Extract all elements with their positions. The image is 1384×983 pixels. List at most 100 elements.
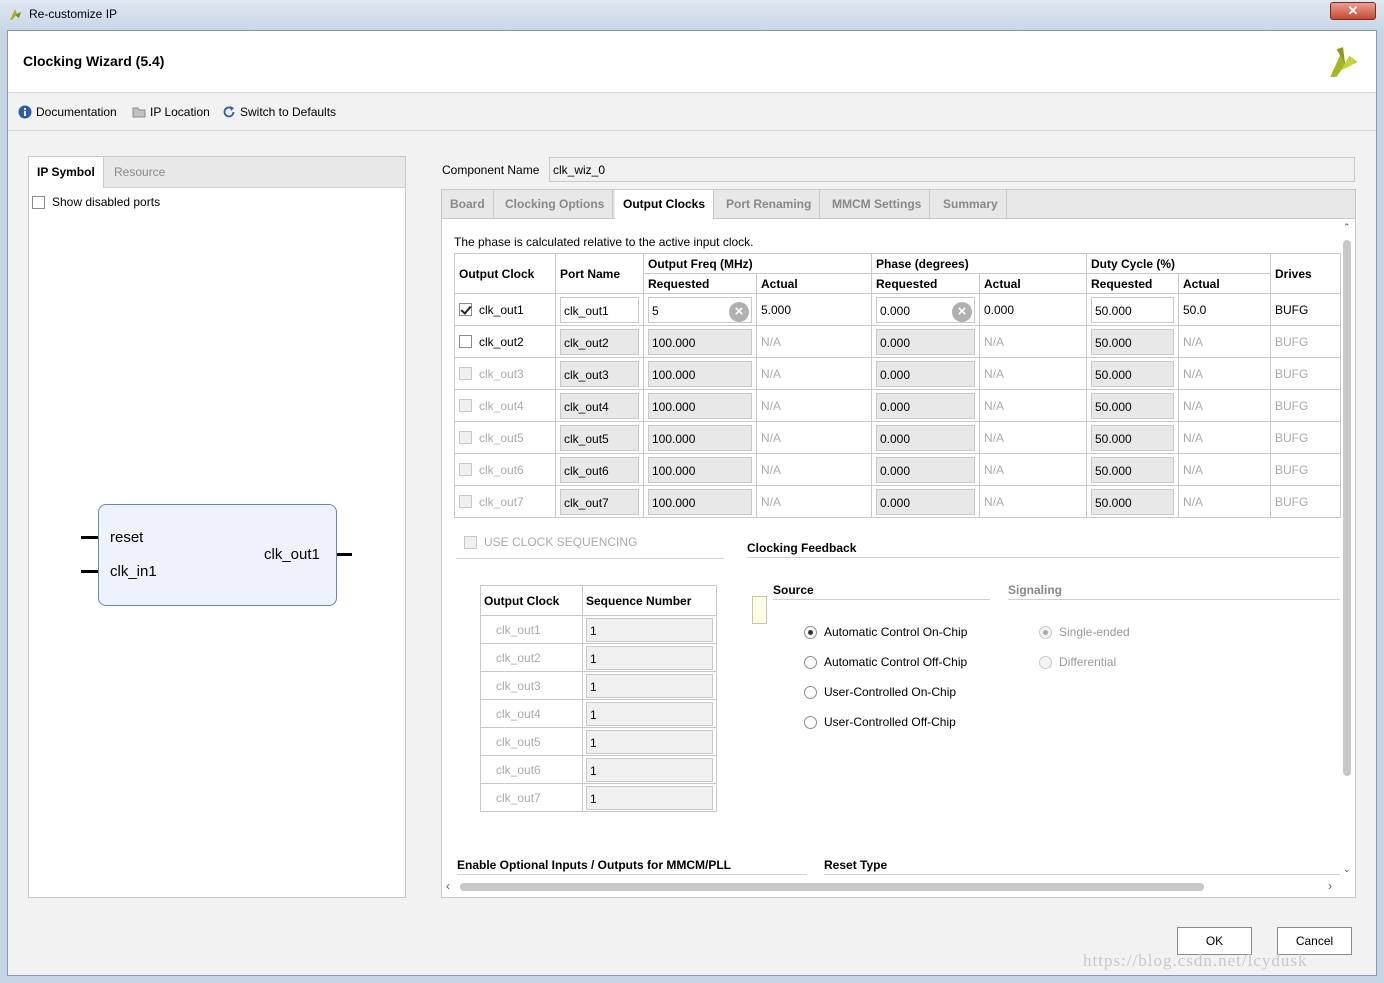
freq-requested-input[interactable]: 100.000 bbox=[648, 424, 752, 451]
documentation-button[interactable]: Documentation bbox=[18, 105, 117, 119]
freq-requested-input[interactable]: 100.000 bbox=[648, 328, 752, 355]
source-user-off-chip-radio[interactable] bbox=[804, 715, 817, 729]
source-user-on-chip-radio[interactable] bbox=[804, 685, 817, 699]
sequence-number-input[interactable]: 1 bbox=[586, 673, 713, 698]
tab-port-renaming[interactable]: Port Renaming bbox=[718, 190, 821, 219]
duty-requested-input[interactable]: 50.000 bbox=[1091, 328, 1174, 355]
tab-ip-symbol[interactable]: IP Symbol bbox=[29, 157, 104, 188]
output-clock-checkbox[interactable] bbox=[459, 303, 472, 316]
output-clock-checkbox[interactable] bbox=[459, 367, 472, 380]
output-clock-checkbox[interactable] bbox=[459, 495, 472, 508]
sequence-number-input[interactable]: 1 bbox=[586, 645, 713, 670]
source-auto-off-chip-radio[interactable] bbox=[804, 655, 817, 669]
port-name-input[interactable]: clk_out5 bbox=[560, 424, 639, 451]
sequence-number-cell: 1 bbox=[582, 615, 717, 644]
phase-requested-input[interactable]: 0.000 bbox=[876, 456, 975, 483]
documentation-label: Documentation bbox=[36, 105, 117, 119]
duty-requested-input[interactable]: 50.000 bbox=[1091, 424, 1174, 451]
freq-requested-input[interactable]: 100.000 bbox=[648, 456, 752, 483]
clear-icon[interactable]: × bbox=[729, 301, 749, 322]
output-clock-checkbox[interactable] bbox=[459, 463, 472, 476]
sequence-number-input[interactable]: 1 bbox=[586, 757, 713, 782]
freq-requested-input[interactable]: 5 × bbox=[648, 296, 752, 323]
signaling-differential[interactable]: Differential bbox=[1039, 655, 1116, 669]
divider bbox=[456, 558, 724, 559]
port-name-input[interactable]: clk_out1 bbox=[560, 296, 639, 323]
phase-requested-input[interactable]: 0.000 bbox=[876, 328, 975, 355]
tab-resource[interactable]: Resource bbox=[106, 157, 173, 188]
port-name-input[interactable]: clk_out3 bbox=[560, 360, 639, 387]
tab-board[interactable]: Board bbox=[442, 190, 494, 219]
clocking-feedback-title: Clocking Feedback bbox=[747, 541, 857, 555]
source-user-off-chip[interactable]: User-Controlled Off-Chip bbox=[804, 715, 956, 729]
show-disabled-ports[interactable]: Show disabled ports bbox=[32, 195, 160, 209]
port-name-input[interactable]: clk_out4 bbox=[560, 392, 639, 419]
signaling-single-ended-radio[interactable] bbox=[1039, 625, 1052, 639]
scroll-up-icon[interactable]: ⌃ bbox=[1343, 222, 1351, 233]
use-clock-sequencing-checkbox[interactable] bbox=[464, 535, 477, 549]
freq-requested-input[interactable]: 100.000 bbox=[648, 392, 752, 419]
output-clock-label: clk_out4 bbox=[479, 398, 524, 413]
sequence-number-input[interactable]: 1 bbox=[586, 617, 713, 642]
tab-summary[interactable]: Summary bbox=[935, 190, 1007, 219]
vertical-scroll-thumb[interactable] bbox=[1343, 240, 1351, 776]
output-clock-cell[interactable]: clk_out4 bbox=[454, 389, 556, 422]
tab-output-clocks[interactable]: Output Clocks bbox=[615, 190, 715, 219]
port-name-input[interactable]: clk_out6 bbox=[560, 456, 639, 483]
switch-defaults-button[interactable]: Switch to Defaults bbox=[222, 105, 336, 119]
table-row: clk_out1 clk_out1 5 × 5.000 0.000 × 0.000 … bbox=[454, 293, 1341, 326]
output-clock-cell[interactable]: clk_out5 bbox=[454, 421, 556, 454]
phase-requested-input[interactable]: 0.000 bbox=[876, 392, 975, 419]
source-user-on-chip[interactable]: User-Controlled On-Chip bbox=[804, 685, 956, 699]
scroll-left-icon[interactable]: ‹ bbox=[446, 879, 450, 893]
phase-requested-input[interactable]: 0.000 × bbox=[876, 296, 975, 323]
output-clock-cell[interactable]: clk_out2 bbox=[454, 325, 556, 358]
signaling-single-ended[interactable]: Single-ended bbox=[1039, 625, 1130, 639]
scroll-down-icon[interactable]: ⌄ bbox=[1343, 864, 1351, 875]
source-auto-on-chip-radio[interactable] bbox=[804, 625, 817, 639]
sequence-number-input[interactable]: 1 bbox=[586, 701, 713, 726]
phase-actual-cell: N/A bbox=[979, 389, 1087, 422]
port-name-input[interactable]: clk_out7 bbox=[560, 488, 639, 515]
output-clock-checkbox[interactable] bbox=[459, 399, 472, 412]
tab-clocking-options[interactable]: Clocking Options bbox=[497, 190, 614, 219]
output-clock-label: clk_out6 bbox=[479, 462, 524, 477]
use-clock-sequencing[interactable]: USE CLOCK SEQUENCING bbox=[464, 535, 637, 549]
show-disabled-ports-checkbox[interactable] bbox=[32, 195, 45, 209]
output-clock-cell[interactable]: clk_out3 bbox=[454, 357, 556, 390]
output-clock-cell[interactable]: clk_out7 bbox=[454, 485, 556, 518]
use-clock-sequencing-label: USE CLOCK SEQUENCING bbox=[484, 535, 638, 549]
output-clock-checkbox[interactable] bbox=[459, 431, 472, 444]
duty-requested-input[interactable]: 50.000 bbox=[1091, 296, 1174, 323]
clear-icon[interactable]: × bbox=[952, 301, 972, 322]
sequence-number-input[interactable]: 1 bbox=[586, 785, 713, 810]
freq-requested-input[interactable]: 100.000 bbox=[648, 360, 752, 387]
scroll-right-icon[interactable]: › bbox=[1328, 879, 1332, 893]
col-duty-cycle: Duty Cycle (%) bbox=[1086, 253, 1271, 274]
duty-requested-input[interactable]: 50.000 bbox=[1091, 488, 1174, 515]
output-clock-cell[interactable]: clk_out6 bbox=[454, 453, 556, 486]
component-name-input[interactable]: clk_wiz_0 bbox=[549, 157, 1355, 182]
duty-requested-input[interactable]: 50.000 bbox=[1091, 456, 1174, 483]
horizontal-scroll-thumb[interactable] bbox=[460, 883, 1204, 891]
sequence-number-input[interactable]: 1 bbox=[586, 729, 713, 754]
phase-requested-input[interactable]: 0.000 bbox=[876, 424, 975, 451]
tab-mmcm-settings[interactable]: MMCM Settings bbox=[824, 190, 931, 219]
source-auto-on-chip[interactable]: Automatic Control On-Chip bbox=[804, 625, 967, 639]
duty-requested-input[interactable]: 50.000 bbox=[1091, 360, 1174, 387]
port-name-input[interactable]: clk_out2 bbox=[560, 328, 639, 355]
drives-cell: BUFG bbox=[1270, 389, 1341, 422]
duty-requested-input[interactable]: 50.000 bbox=[1091, 392, 1174, 419]
phase-requested-cell: 0.000 × bbox=[871, 293, 980, 326]
freq-requested-input[interactable]: 100.000 bbox=[648, 488, 752, 515]
ip-location-button[interactable]: IP Location bbox=[132, 105, 210, 119]
source-auto-off-chip[interactable]: Automatic Control Off-Chip bbox=[804, 655, 967, 669]
freq-requested-cell: 100.000 bbox=[643, 357, 757, 390]
phase-requested-input[interactable]: 0.000 bbox=[876, 360, 975, 387]
signaling-differential-radio[interactable] bbox=[1039, 655, 1052, 669]
output-clock-cell[interactable]: clk_out1 bbox=[454, 293, 556, 326]
close-button[interactable]: ✕ bbox=[1330, 2, 1376, 20]
output-clock-checkbox[interactable] bbox=[459, 335, 472, 348]
phase-requested-cell: 0.000 bbox=[871, 453, 980, 486]
phase-requested-input[interactable]: 0.000 bbox=[876, 488, 975, 515]
